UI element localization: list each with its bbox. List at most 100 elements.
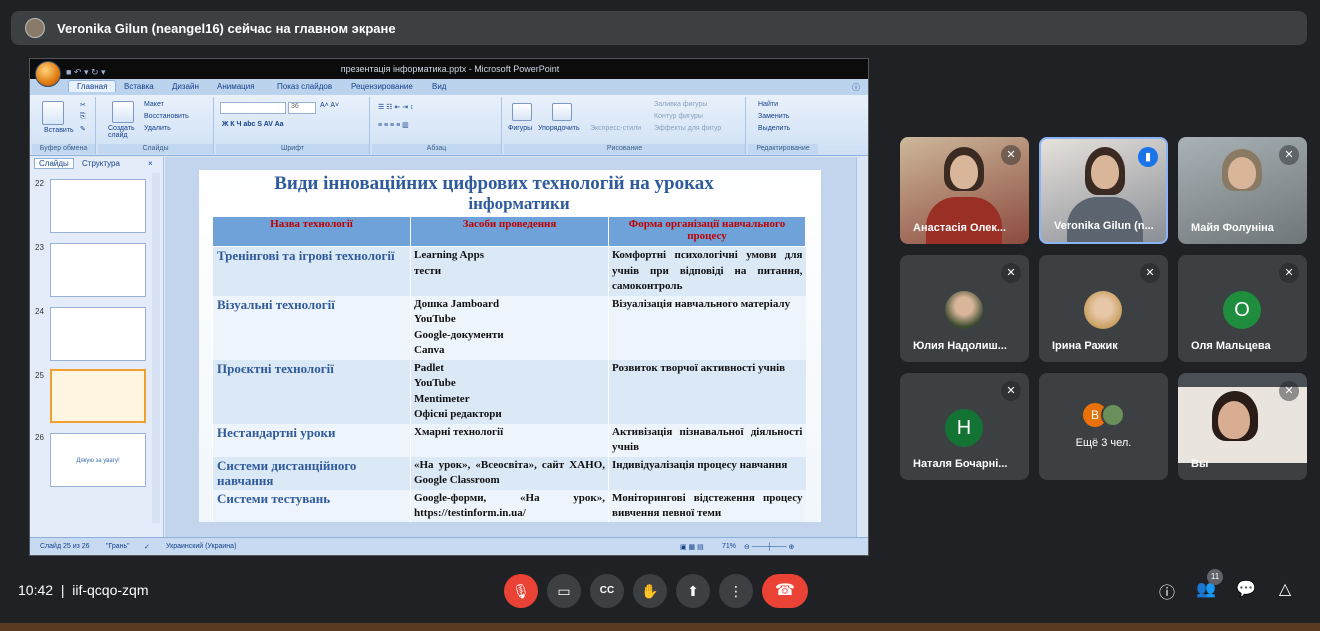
- format-painter-icon[interactable]: ✎: [80, 125, 86, 133]
- captions-button[interactable]: CC: [590, 574, 624, 608]
- status-theme: "Грань": [106, 543, 130, 550]
- copy-icon[interactable]: ⎘: [80, 113, 86, 121]
- participant-name: Наталя Бочарні...: [913, 458, 1008, 470]
- tab-animation[interactable]: Анимация: [217, 82, 255, 91]
- tab-slideshow[interactable]: Показ слайдов: [277, 82, 332, 91]
- find-button[interactable]: Найти: [758, 101, 778, 108]
- paste-button[interactable]: Вставить: [44, 127, 74, 134]
- slide-thumbnail-26[interactable]: Дякую за увагу!: [50, 433, 146, 487]
- delete-button[interactable]: Удалить: [144, 125, 171, 132]
- participant-tile-active[interactable]: ▮ Veronika Gilun (n...: [1039, 137, 1168, 244]
- table-row: Проєктні технології Padlet YouTube Mentime…: [212, 359, 806, 424]
- tech-name: Системи дистанційного навчання: [212, 456, 411, 490]
- cut-icon[interactable]: ✂: [80, 101, 86, 109]
- participant-tile[interactable]: Н ✕ Наталя Бочарні...: [900, 373, 1029, 480]
- shared-screen: ■ ↶ ▾ ↻ ▾ презентація інформатика.pptx -…: [29, 58, 869, 556]
- participant-face: [1218, 401, 1250, 439]
- speaking-icon: ▮: [1138, 147, 1158, 167]
- tab-slides[interactable]: Слайды: [34, 158, 74, 169]
- shape-fill-button[interactable]: Заливка фигуры: [654, 101, 707, 108]
- thumb-number: 24: [35, 307, 44, 316]
- slide-canvas: Види інноваційних цифрових технологій на…: [165, 157, 860, 537]
- more-options-button[interactable]: ⋮: [719, 574, 753, 608]
- shapes-button[interactable]: Фигуры: [508, 125, 532, 132]
- replace-button[interactable]: Заменить: [758, 113, 789, 120]
- tab-design[interactable]: Дизайн: [172, 82, 199, 91]
- table-row: Візуальні технології Дошка Jamboard YouTu…: [212, 295, 806, 360]
- participant-tile[interactable]: О ✕ Оля Мальцева: [1178, 255, 1307, 362]
- mic-off-icon: ✕: [1001, 263, 1021, 283]
- participant-tile[interactable]: ✕ Анастасія Олек...: [900, 137, 1029, 244]
- shape-outline-button[interactable]: Контур фигуры: [654, 113, 703, 120]
- self-tile[interactable]: ✕ Вы: [1178, 373, 1307, 480]
- new-slide-icon[interactable]: [112, 101, 134, 123]
- paste-icon[interactable]: [42, 101, 64, 125]
- tab-insert[interactable]: Вставка: [124, 82, 154, 91]
- mic-off-icon: ✕: [1140, 263, 1160, 283]
- avatar: [1101, 403, 1125, 427]
- help-icon[interactable]: ⓘ: [852, 82, 860, 93]
- view-buttons[interactable]: ▣ ▦ ▤: [680, 543, 704, 551]
- group-label-font: Шрифт: [216, 144, 369, 154]
- reset-button[interactable]: Восстановить: [144, 113, 189, 120]
- spellcheck-icon[interactable]: ✓: [144, 543, 150, 551]
- header-tools: Засоби проведення: [410, 216, 609, 247]
- grow-font-button[interactable]: A˄ A˅: [320, 102, 339, 109]
- align-buttons[interactable]: ≡ ≡ ≡ ≡ ▥: [378, 121, 409, 129]
- select-button[interactable]: Выделить: [758, 125, 790, 132]
- tech-tools: Хмарні технології: [410, 423, 609, 457]
- microphone-toggle-button[interactable]: 🎙: [504, 574, 538, 608]
- tab-review[interactable]: Рецензирование: [351, 82, 413, 91]
- tech-tools: Дошка Jamboard YouTube Google-документи Can…: [410, 295, 609, 360]
- group-label-drawing: Рисование: [504, 144, 745, 154]
- font-name-field[interactable]: [220, 102, 286, 114]
- shapes-icon[interactable]: [512, 103, 532, 121]
- participant-tile[interactable]: ✕ Юлия Надолиш...: [900, 255, 1029, 362]
- table-row: Тренінгові та ігрові технології Learning…: [212, 246, 806, 296]
- more-participants-label: Ещё 3 чел.: [1075, 437, 1132, 449]
- group-label-clipboard: Буфер обмена: [32, 144, 95, 154]
- shape-effects-button[interactable]: Эффекты для фигур: [654, 125, 721, 132]
- meeting-details-icon[interactable]: ⓘ: [1155, 579, 1179, 603]
- slide-scrollbar[interactable]: [856, 157, 868, 537]
- thumb-number: 22: [35, 179, 44, 188]
- technology-table: Назва технології Засоби проведення Форма…: [212, 216, 806, 522]
- layout-button[interactable]: Макет: [144, 101, 164, 108]
- zoom-slider[interactable]: ⊖ ───┼─── ⊕: [744, 543, 794, 551]
- arrange-button[interactable]: Упорядочить: [538, 125, 580, 132]
- leave-call-button[interactable]: ☎: [762, 574, 808, 608]
- tab-view[interactable]: Вид: [432, 82, 446, 91]
- raise-hand-button[interactable]: ✋: [633, 574, 667, 608]
- status-language[interactable]: Украинский (Украина): [166, 543, 236, 550]
- participant-name: Анастасія Олек...: [913, 222, 1007, 234]
- pane-tabs: Слайды Структура ×: [30, 157, 163, 171]
- thumbs-scrollbar[interactable]: [152, 173, 160, 523]
- activities-icon[interactable]: △: [1273, 579, 1297, 599]
- tab-outline[interactable]: Структура: [82, 159, 120, 168]
- chat-icon[interactable]: 💬: [1234, 579, 1258, 599]
- express-styles-button[interactable]: Экспресс-стили: [590, 125, 641, 132]
- participant-face: [950, 155, 978, 189]
- font-size-field[interactable]: 36: [288, 102, 316, 114]
- participant-tile[interactable]: ✕ Майя Фолуніна: [1178, 137, 1307, 244]
- slide-thumbnail-24[interactable]: [50, 307, 146, 361]
- slide-thumbnail-22[interactable]: [50, 179, 146, 233]
- tab-home[interactable]: Главная: [68, 80, 117, 92]
- arrange-icon[interactable]: [552, 103, 572, 121]
- camera-toggle-button[interactable]: ▭: [547, 574, 581, 608]
- zoom-level[interactable]: 71%: [722, 543, 736, 550]
- group-editing: Найти Заменить Выделить Редактирование: [748, 97, 818, 154]
- office-button[interactable]: [35, 61, 61, 87]
- list-buttons[interactable]: ☰ ☷ ⇤ ⇥ ↕: [378, 103, 414, 111]
- slide-thumbnail-23[interactable]: [50, 243, 146, 297]
- close-pane-icon[interactable]: ×: [148, 159, 153, 168]
- slide-thumbnail-25[interactable]: [50, 369, 146, 423]
- more-participants-tile[interactable]: В Ещё 3 чел.: [1039, 373, 1168, 480]
- font-format-buttons[interactable]: Ж К Ч abc S AV Aa: [222, 121, 284, 128]
- ribbon-tabs: Главная Вставка Дизайн Анимация Показ сл…: [30, 79, 868, 95]
- participant-name: Veronika Gilun (n...: [1054, 220, 1154, 232]
- participant-tile[interactable]: ✕ Ірина Ражик: [1039, 255, 1168, 362]
- new-slide-button[interactable]: Создать слайд: [108, 125, 142, 139]
- table-row: Системи дистанційного навчання «На урок»…: [212, 456, 806, 490]
- present-screen-button[interactable]: ⬆: [676, 574, 710, 608]
